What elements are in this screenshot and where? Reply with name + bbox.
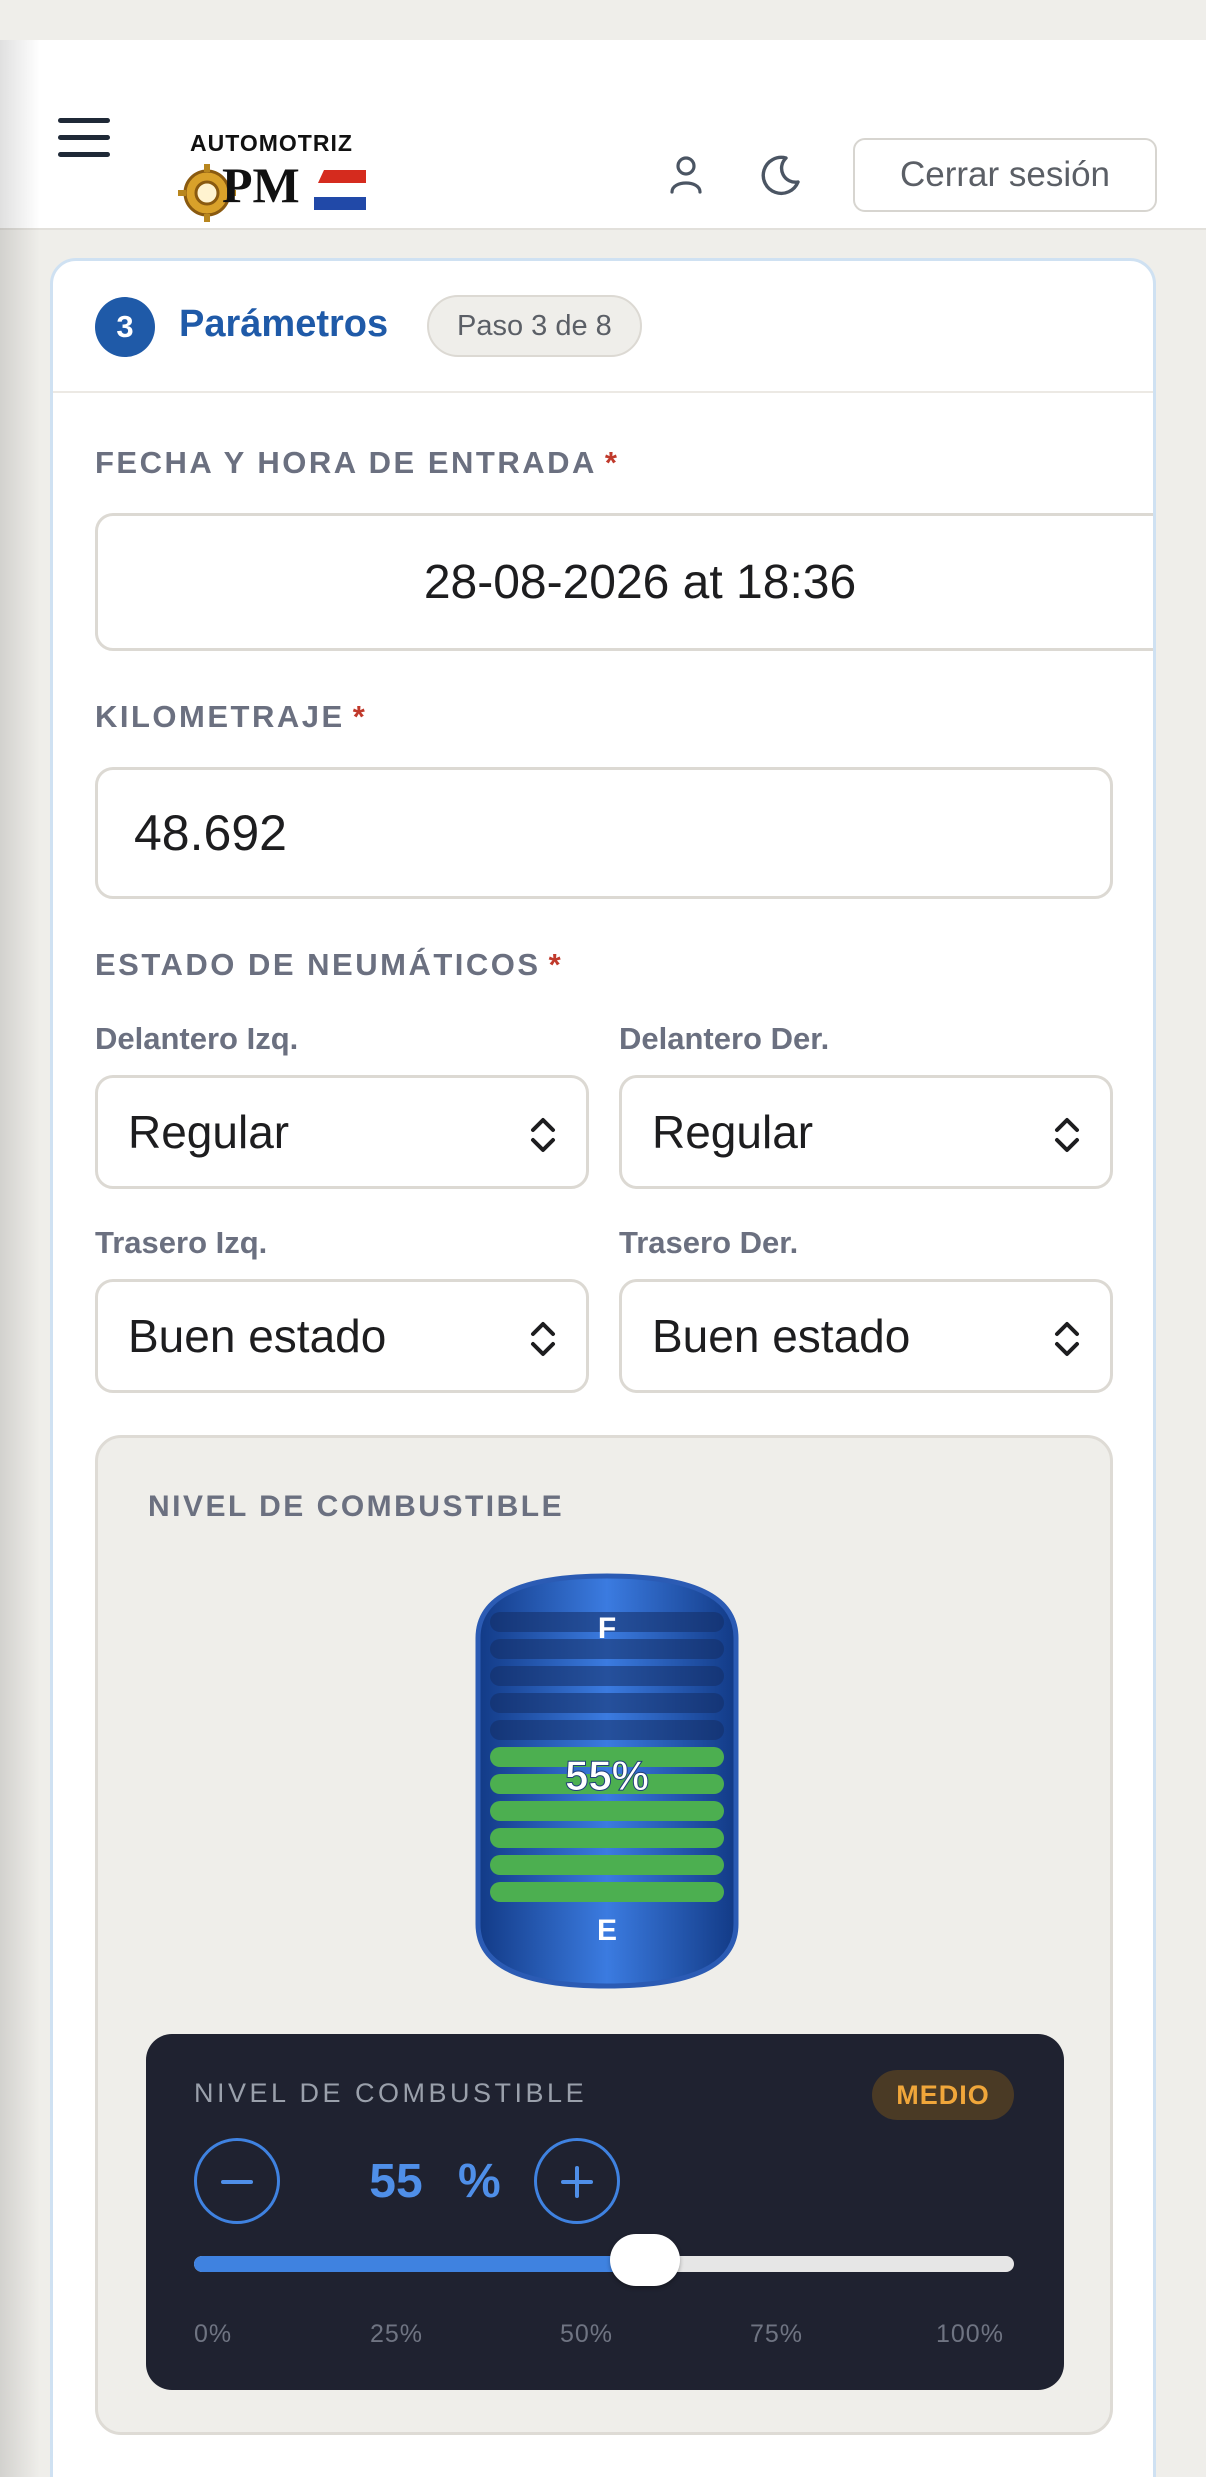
fuel-value: 55 xyxy=(369,2155,423,2208)
flag-logo-icon xyxy=(314,170,366,210)
updown-chevron-icon xyxy=(531,1118,555,1152)
slider-ticks: 0% 25% 50% 75% 100% xyxy=(194,2320,1014,2354)
top-bar: AUTOMOTRIZ PM Cerrar sesión xyxy=(0,40,1206,230)
fuel-control-label: NIVEL DE COMBUSTIBLE xyxy=(194,2078,588,2108)
km-label: KILOMETRAJE * xyxy=(95,699,368,734)
tank-empty-mark: E xyxy=(597,1914,617,1947)
tire-front-right-label: Delantero Der. xyxy=(619,1021,830,1056)
step-progress-badge: Paso 3 de 8 xyxy=(427,295,642,357)
tick-label: 25% xyxy=(370,2320,424,2348)
tire-front-left-value: Regular xyxy=(128,1106,290,1158)
drawer-shadow xyxy=(0,40,40,2477)
step-header: 3 Parámetros Paso 3 de 8 xyxy=(53,261,1153,393)
tires-label: ESTADO DE NEUMÁTICOS * xyxy=(95,947,564,982)
step-title: Parámetros xyxy=(179,303,389,345)
tank-percent: 55% xyxy=(565,1752,649,1799)
fuel-unit: % xyxy=(458,2155,501,2208)
moon-icon[interactable] xyxy=(756,152,802,198)
tank-bar-filled xyxy=(490,1801,724,1821)
decrease-button[interactable] xyxy=(194,2138,280,2224)
menu-icon[interactable] xyxy=(58,118,110,158)
updown-chevron-icon xyxy=(1055,1322,1079,1356)
slider-thumb[interactable] xyxy=(610,2234,680,2286)
tank-bar-filled xyxy=(490,1882,724,1902)
updown-chevron-icon xyxy=(1055,1118,1079,1152)
step-card: 3 Parámetros Paso 3 de 8 FECHA Y HORA DE… xyxy=(50,258,1156,2477)
tire-rear-right-value: Buen estado xyxy=(652,1310,911,1362)
logo-main-text: PM xyxy=(222,157,300,213)
slider-fill xyxy=(194,2256,645,2272)
step-number: 3 xyxy=(95,297,155,357)
fuel-slider[interactable] xyxy=(194,2234,1014,2286)
tire-front-right-value: Regular xyxy=(652,1106,814,1158)
logo: AUTOMOTRIZ PM xyxy=(178,88,368,222)
fuel-title: NIVEL DE COMBUSTIBLE xyxy=(148,1490,565,1523)
minus-icon xyxy=(221,2180,253,2184)
tank-full-mark: F xyxy=(598,1612,616,1645)
fuel-panel: NIVEL DE COMBUSTIBLE F 55% E NIVEL DE CO… xyxy=(95,1435,1113,2435)
tire-rear-left-label: Trasero Izq. xyxy=(95,1225,268,1260)
user-icon[interactable] xyxy=(664,152,708,196)
tire-front-left-select[interactable]: Regular xyxy=(95,1075,589,1189)
tick-label: 50% xyxy=(560,2320,614,2348)
tank-bar-empty xyxy=(490,1666,724,1686)
tick-label: 100% xyxy=(936,2320,1004,2348)
datetime-label: FECHA Y HORA DE ENTRADA * xyxy=(95,445,620,480)
tank-bar-empty xyxy=(490,1720,724,1740)
tank-bar-filled xyxy=(490,1828,724,1848)
logout-button[interactable]: Cerrar sesión xyxy=(853,138,1157,212)
increase-button[interactable] xyxy=(534,2138,620,2224)
datetime-input[interactable]: 28-08-2026 at 18:36 xyxy=(95,513,1153,651)
tire-front-left-label: Delantero Izq. xyxy=(95,1021,299,1056)
tire-rear-right-select[interactable]: Buen estado xyxy=(619,1279,1113,1393)
fuel-tank-gauge: F 55% E xyxy=(475,1573,739,1989)
tire-rear-left-value: Buen estado xyxy=(128,1310,387,1362)
updown-chevron-icon xyxy=(531,1322,555,1356)
status-badge: MEDIO xyxy=(872,2070,1014,2120)
logo-top-text: AUTOMOTRIZ xyxy=(190,130,353,156)
tick-label: 0% xyxy=(194,2320,233,2348)
tire-front-right-select[interactable]: Regular xyxy=(619,1075,1113,1189)
tire-rear-left-select[interactable]: Buen estado xyxy=(95,1279,589,1393)
tank-bar-filled xyxy=(490,1855,724,1875)
fuel-control: NIVEL DE COMBUSTIBLE MEDIO 55 % 0% 25% 5… xyxy=(146,2034,1064,2390)
km-input[interactable]: 48.692 xyxy=(95,767,1113,899)
tire-rear-right-label: Trasero Der. xyxy=(619,1225,799,1260)
tick-label: 75% xyxy=(750,2320,804,2348)
tank-bar-empty xyxy=(490,1693,724,1713)
